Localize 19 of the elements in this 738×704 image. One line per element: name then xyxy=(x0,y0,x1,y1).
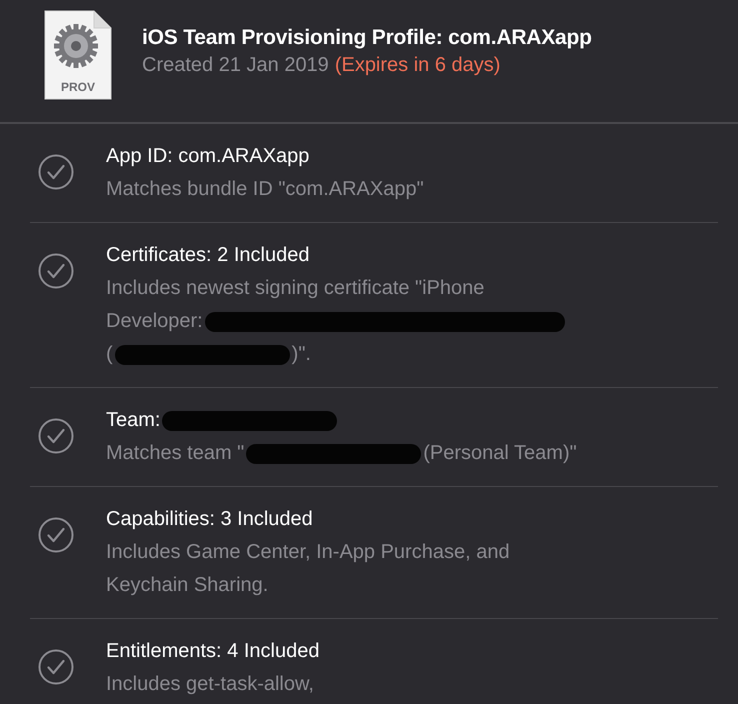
profile-title: iOS Team Provisioning Profile: com.ARAXapp xyxy=(142,26,592,50)
created-date: Created 21 Jan 2019 xyxy=(142,54,329,77)
item-detail: Includes Game Center, In-App Purchase, and xyxy=(106,540,510,565)
item-detail: Matches bundle ID "com.ARAXapp" xyxy=(106,177,424,202)
item-detail: Keychain Sharing. xyxy=(106,573,268,598)
item-title: Entitlements: 4 Included xyxy=(106,639,320,664)
item-title: App ID: com.ARAXapp xyxy=(106,144,310,169)
item-detail: )". xyxy=(292,342,311,367)
item-title: Certificates: 2 Included xyxy=(106,243,310,268)
item-detail: Includes get-task-allow, xyxy=(106,672,314,697)
item-title: Team: xyxy=(106,408,160,433)
item-detail: Includes newest signing certificate "iPhone xyxy=(106,276,484,301)
expiry-warning: (Expires in 6 days) xyxy=(334,54,500,77)
item-detail: Developer: xyxy=(106,309,203,334)
item-detail: ( xyxy=(106,342,113,367)
item-detail: (Personal Team)" xyxy=(423,441,577,466)
file-icon: PROV xyxy=(44,10,112,100)
item-detail: Matches team " xyxy=(106,441,244,466)
item-title: Capabilities: 3 Included xyxy=(106,507,313,532)
